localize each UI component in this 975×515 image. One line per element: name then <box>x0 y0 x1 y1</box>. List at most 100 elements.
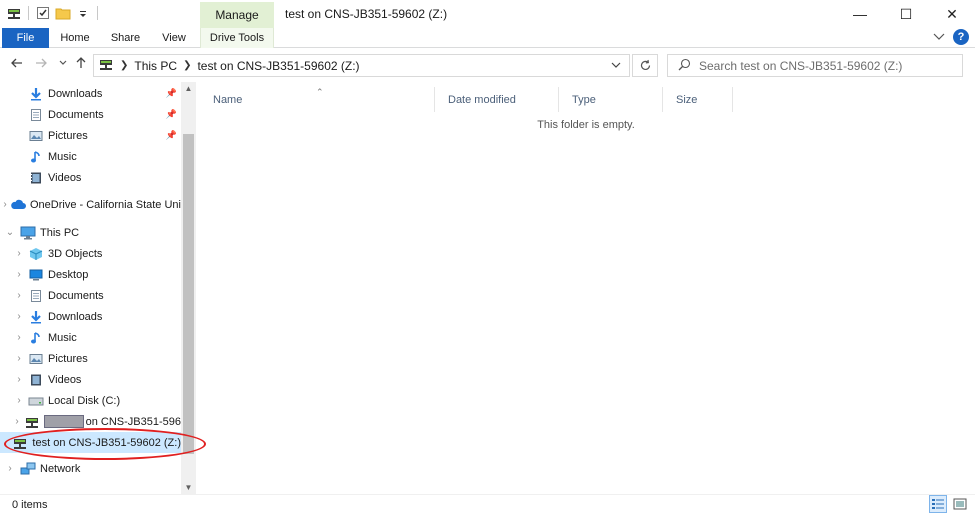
new-folder-icon[interactable] <box>55 5 71 21</box>
ribbon-tabs: File Home Share View Drive Tools ? <box>0 28 975 48</box>
back-arrow-icon[interactable] <box>8 56 26 73</box>
nav-item-test-drive-z[interactable]: test on CNS-JB351-59602 (Z:) <box>0 432 181 453</box>
pictures-icon <box>28 351 44 367</box>
network-drive-icon <box>98 56 114 75</box>
nav-item-downloads-quick[interactable]: Downloads 📌 <box>0 83 181 104</box>
column-header-date-modified[interactable]: Date modified <box>435 87 559 112</box>
nav-item-redacted-network-drive[interactable]: › on CNS-JB351-596 <box>0 411 181 432</box>
video-icon <box>28 170 44 186</box>
tab-drive-tools[interactable]: Drive Tools <box>200 28 274 48</box>
computer-icon <box>20 225 36 241</box>
expand-chevron-icon[interactable]: › <box>0 395 28 406</box>
expand-ribbon-chevron-icon[interactable] <box>933 30 945 44</box>
nav-item-documents-quick[interactable]: Documents 📌 <box>0 104 181 125</box>
nav-item-pictures[interactable]: › Pictures <box>0 348 181 369</box>
nav-item-music-quick[interactable]: Music <box>0 146 181 167</box>
file-list: ⌃ Name Date modified Type Size This fold… <box>200 82 975 494</box>
network-drive-icon <box>24 414 40 430</box>
details-view-button[interactable] <box>929 495 947 513</box>
nav-item-pictures-quick[interactable]: Pictures 📌 <box>0 125 181 146</box>
properties-checkmark-icon[interactable] <box>35 5 51 21</box>
expand-chevron-icon[interactable]: › <box>0 269 28 280</box>
nav-item-documents[interactable]: › Documents <box>0 285 181 306</box>
refresh-button[interactable] <box>632 54 658 77</box>
desktop-icon <box>28 267 44 283</box>
tab-home[interactable]: Home <box>52 28 98 48</box>
expand-chevron-icon[interactable]: › <box>0 199 10 210</box>
nav-item-music[interactable]: › Music <box>0 327 181 348</box>
search-icon <box>678 58 691 74</box>
search-input[interactable] <box>699 58 949 73</box>
manage-contextual-tab[interactable]: Manage <box>200 2 274 28</box>
download-arrow-icon <box>28 86 44 102</box>
quick-access-toolbar <box>6 5 100 21</box>
music-note-icon <box>28 149 44 165</box>
column-header-size[interactable]: Size <box>663 87 733 112</box>
window-title: test on CNS-JB351-59602 (Z:) <box>285 7 448 21</box>
tab-share[interactable]: Share <box>103 28 148 48</box>
nav-item-onedrive[interactable]: › OneDrive - California State Uni <box>0 194 181 215</box>
help-button[interactable]: ? <box>953 29 969 45</box>
column-header-type[interactable]: Type <box>559 87 663 112</box>
forward-arrow-icon[interactable] <box>32 56 50 73</box>
expand-chevron-icon[interactable]: › <box>0 353 28 364</box>
nav-item-3d-objects[interactable]: › 3D Objects <box>0 243 181 264</box>
nav-item-local-disk[interactable]: › Local Disk (C:) <box>0 390 181 411</box>
nav-item-videos-quick[interactable]: Videos <box>0 167 181 188</box>
redacted-label <box>44 415 84 428</box>
search-box[interactable] <box>667 54 963 77</box>
expand-chevron-icon[interactable]: › <box>0 290 28 301</box>
expand-chevron-icon[interactable]: › <box>0 332 28 343</box>
nav-item-videos[interactable]: › Videos <box>0 369 181 390</box>
breadcrumb-separator-icon[interactable]: ❯ <box>183 60 191 71</box>
tab-file[interactable]: File <box>2 28 49 48</box>
network-icon <box>20 461 36 477</box>
address-bar[interactable]: ❯ This PC ❯ test on CNS-JB351-59602 (Z:) <box>93 54 630 77</box>
nav-item-this-pc[interactable]: ⌄ This PC <box>0 222 181 243</box>
breadcrumb-separator-icon[interactable]: ❯ <box>120 60 128 71</box>
minimize-button[interactable]: — <box>837 0 883 28</box>
address-row: ❯ This PC ❯ test on CNS-JB351-59602 (Z:) <box>0 49 975 81</box>
tab-view[interactable]: View <box>154 28 194 48</box>
item-count: 0 items <box>12 499 48 511</box>
toolbar-divider <box>97 6 98 20</box>
column-header-name[interactable]: ⌃ Name <box>200 87 435 112</box>
expand-chevron-icon[interactable]: › <box>0 311 28 322</box>
expand-chevron-icon[interactable]: › <box>0 416 24 427</box>
expand-chevron-icon[interactable]: › <box>0 248 28 259</box>
toolbar-divider <box>28 6 29 20</box>
pictures-icon <box>28 128 44 144</box>
expand-chevron-icon[interactable]: › <box>0 463 20 474</box>
breadcrumb-current-drive[interactable]: test on CNS-JB351-59602 (Z:) <box>197 59 359 73</box>
status-bar: 0 items <box>0 494 975 515</box>
pin-icon[interactable]: 📌 <box>166 88 177 99</box>
cloud-icon <box>10 197 26 213</box>
up-arrow-icon[interactable] <box>72 56 90 73</box>
document-icon <box>28 288 44 304</box>
title-bar: Manage test on CNS-JB351-59602 (Z:) — ☐ … <box>0 0 975 28</box>
pin-icon[interactable]: 📌 <box>166 109 177 120</box>
maximize-button[interactable]: ☐ <box>883 0 929 28</box>
sort-caret-icon: ⌃ <box>316 87 324 97</box>
nav-item-desktop[interactable]: › Desktop <box>0 264 181 285</box>
network-drive-icon <box>12 435 28 451</box>
empty-folder-message: This folder is empty. <box>537 119 635 131</box>
scroll-down-arrow-icon[interactable]: ▼ <box>181 483 196 492</box>
scroll-up-arrow-icon[interactable]: ▲ <box>181 84 196 93</box>
pin-icon[interactable]: 📌 <box>166 130 177 141</box>
large-icons-view-icon <box>953 498 967 510</box>
close-button[interactable]: ✕ <box>929 0 975 28</box>
expand-chevron-icon[interactable]: › <box>0 374 28 385</box>
breadcrumb-this-pc[interactable]: This PC <box>134 59 177 73</box>
scrollbar-thumb[interactable] <box>183 134 194 454</box>
customize-toolbar-dropdown-icon[interactable] <box>75 5 91 21</box>
collapse-chevron-icon[interactable]: ⌄ <box>0 227 20 238</box>
nav-item-downloads[interactable]: › Downloads <box>0 306 181 327</box>
network-drive-icon[interactable] <box>6 5 22 21</box>
nav-pane-scrollbar[interactable]: ▲ ▼ <box>181 82 196 494</box>
address-dropdown-chevron-icon[interactable] <box>611 59 621 74</box>
nav-item-network[interactable]: › Network <box>0 458 181 479</box>
recent-locations-chevron-icon[interactable] <box>54 56 72 73</box>
large-icons-view-button[interactable] <box>951 495 969 513</box>
video-icon <box>28 372 44 388</box>
